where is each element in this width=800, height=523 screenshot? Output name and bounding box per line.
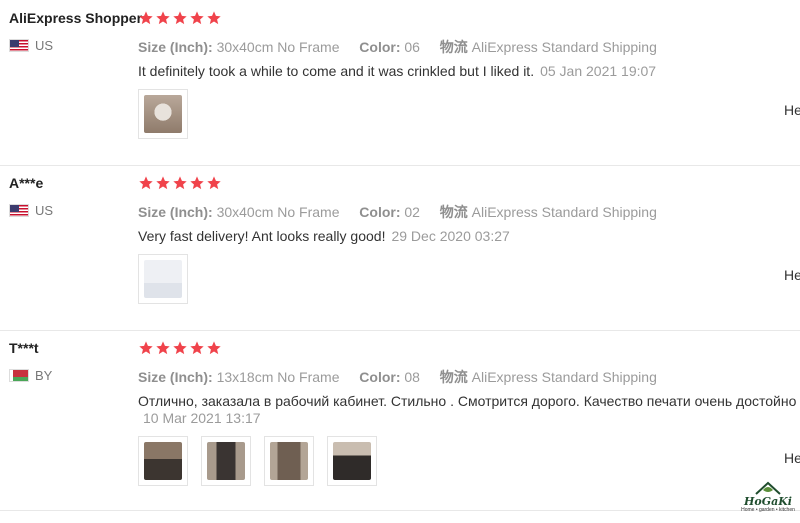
logo-tagline: Home • garden • kitchen [741, 507, 795, 513]
size-value: 30x40cm No Frame [216, 39, 340, 55]
size-label: Size (Inch): [138, 369, 213, 385]
reviewer-name: A***e [9, 175, 44, 191]
size-label: Size (Inch): [138, 39, 213, 55]
wall-poster-photo [333, 442, 371, 480]
color-label: Color: [359, 39, 401, 55]
helpful-button[interactable]: He [784, 267, 800, 283]
helpful-button[interactable]: He [784, 450, 800, 466]
review-date: 29 Dec 2020 03:27 [391, 228, 510, 244]
desk-poster-photo [144, 442, 182, 480]
star-icon [189, 10, 205, 26]
order-info: Size (Inch): 30x40cm No Frame Color: 06 … [138, 37, 657, 57]
star-icon [138, 10, 154, 26]
review-body: Very fast delivery! Ant looks really goo… [138, 228, 386, 244]
star-icon [206, 10, 222, 26]
house-leaf-icon [755, 481, 781, 495]
country-code: US [35, 38, 54, 53]
review-photos [138, 89, 188, 139]
reviewer-country: BY [9, 368, 52, 383]
bedroom-wall-photo [144, 260, 182, 298]
color-value: 08 [404, 369, 420, 385]
country-code: US [35, 203, 54, 218]
figure-poster-photo [270, 442, 308, 480]
star-rating [138, 10, 222, 26]
reviewer-name: T***t [9, 340, 39, 356]
color-label: Color: [359, 204, 401, 220]
framed-poster-photo [207, 442, 245, 480]
reviewer-country: US [9, 38, 53, 53]
review-photos [138, 254, 188, 304]
review-body: It definitely took a while to come and i… [138, 63, 535, 79]
star-icon [172, 10, 188, 26]
star-icon [189, 340, 205, 356]
review-photo-thumbnail[interactable] [201, 436, 251, 486]
review-photo-thumbnail[interactable] [138, 436, 188, 486]
review-date: 05 Jan 2021 19:07 [540, 63, 657, 79]
poster-on-wall-photo [144, 95, 182, 133]
star-icon [138, 175, 154, 191]
star-icon [155, 175, 171, 191]
review-photo-thumbnail[interactable] [327, 436, 377, 486]
country-code: BY [35, 368, 53, 383]
reviewer-country: US [9, 203, 53, 218]
review-text: It definitely took a while to come and i… [138, 62, 800, 80]
shipping-value: AliExpress Standard Shipping [471, 39, 657, 55]
color-label: Color: [359, 369, 401, 385]
size-value: 30x40cm No Frame [216, 204, 340, 220]
star-icon [172, 340, 188, 356]
review-item: T***t BY Size (Inch): 13x18cm No Frame C… [0, 330, 800, 511]
review-text: Отлично, заказала в рабочий кабинет. Сти… [138, 392, 800, 410]
size-label: Size (Inch): [138, 204, 213, 220]
review-photo-thumbnail[interactable] [138, 89, 188, 139]
by-flag-icon [9, 369, 29, 382]
review-body: Отлично, заказала в рабочий кабинет. Сти… [138, 393, 797, 409]
review-item: A***e US Size (Inch): 30x40cm No Frame C… [0, 165, 800, 331]
star-icon [155, 340, 171, 356]
reviewer-name: AliExpress Shopper [9, 10, 143, 26]
star-icon [206, 340, 222, 356]
shipping-label: 物流 [439, 369, 468, 385]
star-icon [155, 10, 171, 26]
order-info: Size (Inch): 13x18cm No Frame Color: 08 … [138, 367, 657, 387]
star-rating [138, 340, 222, 356]
color-value: 02 [404, 204, 420, 220]
star-rating [138, 175, 222, 191]
us-flag-icon [9, 39, 29, 52]
review-item: AliExpress Shopper US Size (Inch): 30x40… [0, 0, 800, 166]
review-text: Very fast delivery! Ant looks really goo… [138, 227, 800, 245]
brand-logo: HoGaKi Home • garden • kitchen [740, 473, 796, 513]
star-icon [138, 340, 154, 356]
star-icon [189, 175, 205, 191]
shipping-value: AliExpress Standard Shipping [471, 204, 657, 220]
shipping-label: 物流 [439, 204, 468, 220]
helpful-button[interactable]: He [784, 102, 800, 118]
review-date: 10 Mar 2021 13:17 [143, 410, 261, 426]
review-photo-thumbnail[interactable] [264, 436, 314, 486]
us-flag-icon [9, 204, 29, 217]
size-value: 13x18cm No Frame [216, 369, 340, 385]
shipping-value: AliExpress Standard Shipping [471, 369, 657, 385]
order-info: Size (Inch): 30x40cm No Frame Color: 02 … [138, 202, 657, 222]
review-photo-thumbnail[interactable] [138, 254, 188, 304]
color-value: 06 [404, 39, 420, 55]
review-photos [138, 436, 377, 486]
star-icon [172, 175, 188, 191]
logo-wordmark: HoGaKi [744, 495, 792, 508]
shipping-label: 物流 [439, 39, 468, 55]
star-icon [206, 175, 222, 191]
